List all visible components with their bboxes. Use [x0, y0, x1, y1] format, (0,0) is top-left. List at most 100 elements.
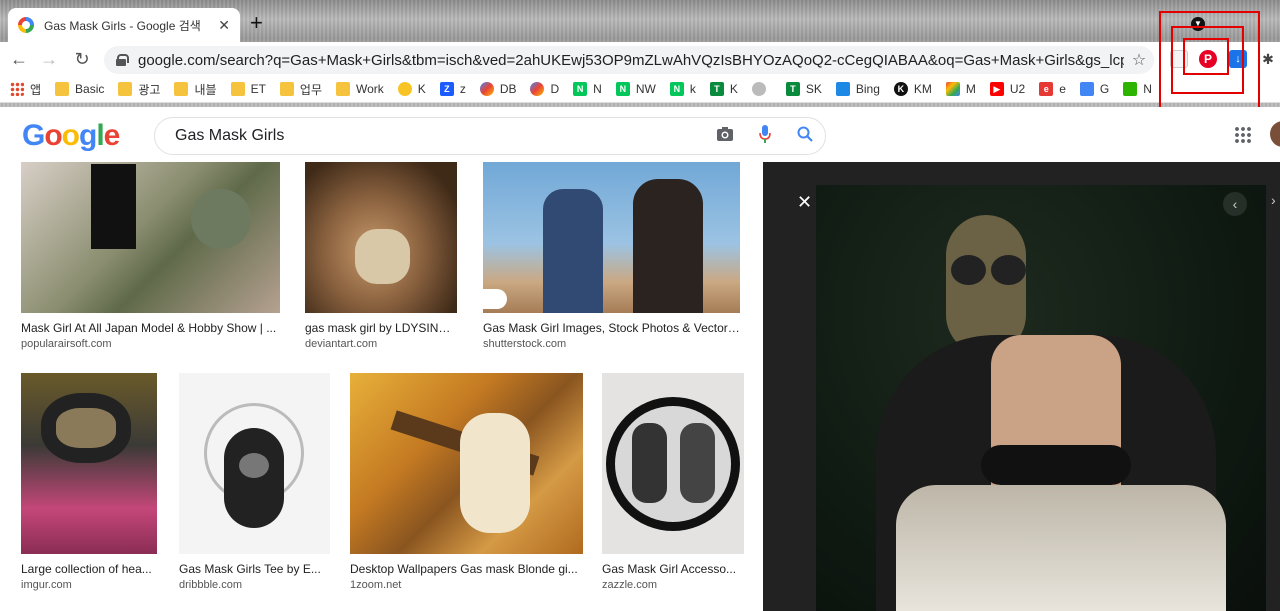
image-result-card[interactable]: gas mask girl by LDYSINZ ... deviantart.… [305, 162, 457, 350]
result-source[interactable]: deviantart.com [305, 338, 457, 350]
result-thumbnail[interactable] [350, 373, 583, 554]
result-title[interactable]: Gas Mask Girls Tee by E... [179, 562, 330, 576]
bookmark-item[interactable]: ee [1039, 82, 1066, 96]
result-title[interactable]: Gas Mask Girl Accesso... [602, 562, 744, 576]
address-bar[interactable]: google.com/search?q=Gas+Mask+Girls&tbm=i… [104, 46, 1154, 74]
image-result-card[interactable]: Desktop Wallpapers Gas mask Blonde gi...… [350, 373, 583, 591]
bookmark-label: SK [805, 82, 822, 96]
d-icon [479, 82, 494, 96]
gmail-icon [945, 82, 960, 96]
back-icon[interactable]: ← [8, 48, 30, 70]
image-badge-icon [483, 289, 507, 309]
close-preview-icon[interactable]: ✕ [797, 192, 812, 213]
naver-icon: N [669, 82, 684, 96]
next-image-icon[interactable]: › [1271, 192, 1276, 208]
preview-image[interactable] [816, 185, 1266, 611]
result-title[interactable]: Large collection of hea... [21, 562, 157, 576]
image-result-card[interactable]: Gas Mask Girl Accesso... zazzle.com [602, 373, 744, 591]
url-text[interactable]: google.com/search?q=Gas+Mask+Girls&tbm=i… [138, 52, 1124, 69]
bookmark-item[interactable]: T SK [785, 82, 822, 96]
bookmark-item[interactable]: DB [479, 82, 517, 96]
extensions-puzzle-icon[interactable]: ✱ [1259, 50, 1277, 68]
bookmark-item[interactable]: TK [709, 82, 738, 96]
naver-icon: N [573, 82, 588, 96]
bookmark-label: k [689, 82, 696, 96]
bookmark-item[interactable]: NN [573, 82, 602, 96]
folder-icon [279, 82, 294, 96]
bookmark-item[interactable]: 업무 [279, 81, 322, 98]
bookmark-item[interactable]: Bing [835, 82, 880, 96]
image-result-card[interactable]: Gas Mask Girl Images, Stock Photos & Vec… [483, 162, 740, 350]
result-title[interactable]: gas mask girl by LDYSINZ ... [305, 321, 457, 335]
result-thumbnail[interactable] [21, 373, 157, 554]
naver-icon: N [615, 82, 630, 96]
apps-icon [10, 82, 24, 96]
bookmark-label: DB [499, 82, 517, 96]
browser-tab[interactable]: Gas Mask Girls - Google 검색 ✕ [8, 8, 240, 42]
result-thumbnail[interactable] [21, 162, 280, 313]
bookmark-item[interactable]: M [945, 82, 976, 96]
result-thumbnail[interactable] [179, 373, 330, 554]
image-result-card[interactable]: Gas Mask Girls Tee by E... dribbble.com [179, 373, 330, 591]
result-thumbnail[interactable] [305, 162, 457, 313]
account-avatar[interactable] [1270, 121, 1280, 147]
result-source[interactable]: popularairsoft.com [21, 338, 280, 350]
bookmark-label: Basic [75, 82, 105, 96]
image-results-grid: Mask Girl At All Japan Model & Hobby Sho… [0, 162, 763, 611]
translate-icon [1079, 82, 1094, 96]
folder-icon [118, 82, 133, 96]
microphone-icon[interactable] [745, 124, 785, 148]
result-source[interactable]: dribbble.com [179, 579, 330, 591]
bookmark-label: Bing [855, 82, 880, 96]
search-box[interactable]: Gas Mask Girls [154, 117, 826, 155]
bookmark-item[interactable]: Work [336, 82, 384, 96]
bookmark-item[interactable]: ET [230, 82, 266, 96]
image-preview-panel: ✕ ‹ › [763, 162, 1280, 611]
bookmark-item[interactable]: G [1079, 82, 1109, 96]
bookmark-item[interactable]: 앱 [10, 81, 41, 98]
bookmark-item[interactable]: Nk [669, 82, 696, 96]
bookmark-item[interactable]: Basic [55, 82, 104, 96]
result-title[interactable]: Gas Mask Girl Images, Stock Photos & Vec… [483, 321, 740, 335]
bookmark-item[interactable]: 광고 [118, 81, 160, 98]
bookmark-item[interactable] [751, 82, 772, 96]
search-input[interactable]: Gas Mask Girls [175, 127, 705, 145]
lock-icon[interactable] [116, 54, 129, 66]
image-result-card[interactable]: Large collection of hea... imgur.com [21, 373, 157, 591]
bookmark-item[interactable]: N [1123, 82, 1152, 96]
bookmark-item[interactable]: K KM [893, 82, 932, 96]
bookmark-label: K [729, 82, 738, 96]
google-logo[interactable]: Google [22, 119, 120, 153]
forward-icon[interactable]: → [38, 48, 60, 70]
bookmark-star-icon[interactable]: ☆ [1124, 50, 1154, 70]
bookmark-item[interactable]: 내블 [174, 81, 217, 98]
bookmark-item[interactable]: N NW [615, 82, 656, 96]
result-title[interactable]: Mask Girl At All Japan Model & Hobby Sho… [21, 321, 280, 335]
bookmark-item[interactable]: Zz [439, 82, 466, 96]
image-result-card[interactable]: Mask Girl At All Japan Model & Hobby Sho… [21, 162, 280, 350]
folder-icon [230, 82, 245, 96]
google-apps-icon[interactable] [1234, 126, 1252, 144]
tab-close-icon[interactable]: ✕ [218, 17, 230, 34]
result-title[interactable]: Desktop Wallpapers Gas mask Blonde gi... [350, 562, 583, 576]
bookmark-label: N [1143, 82, 1152, 96]
z-icon: Z [439, 82, 454, 96]
previous-image-icon[interactable]: ‹ [1223, 192, 1247, 216]
reload-icon[interactable]: ↻ [71, 48, 93, 70]
bookmark-item[interactable]: D [530, 82, 559, 96]
result-source[interactable]: 1zoom.net [350, 579, 583, 591]
result-thumbnail[interactable] [602, 373, 744, 554]
k-icon: K [893, 82, 908, 96]
search-icon[interactable] [785, 126, 825, 147]
new-tab-button[interactable]: + [250, 12, 263, 34]
camera-icon[interactable] [705, 126, 745, 147]
result-thumbnail[interactable] [483, 162, 740, 313]
t-icon: T [709, 82, 724, 96]
bookmark-item[interactable]: ▶ U2 [989, 82, 1025, 96]
youtube-icon: ▶ [989, 82, 1004, 96]
result-source[interactable]: imgur.com [21, 579, 157, 591]
result-source[interactable]: shutterstock.com [483, 338, 740, 350]
result-source[interactable]: zazzle.com [602, 579, 744, 591]
n-icon [1123, 82, 1138, 96]
bookmark-item[interactable]: K [397, 82, 426, 96]
